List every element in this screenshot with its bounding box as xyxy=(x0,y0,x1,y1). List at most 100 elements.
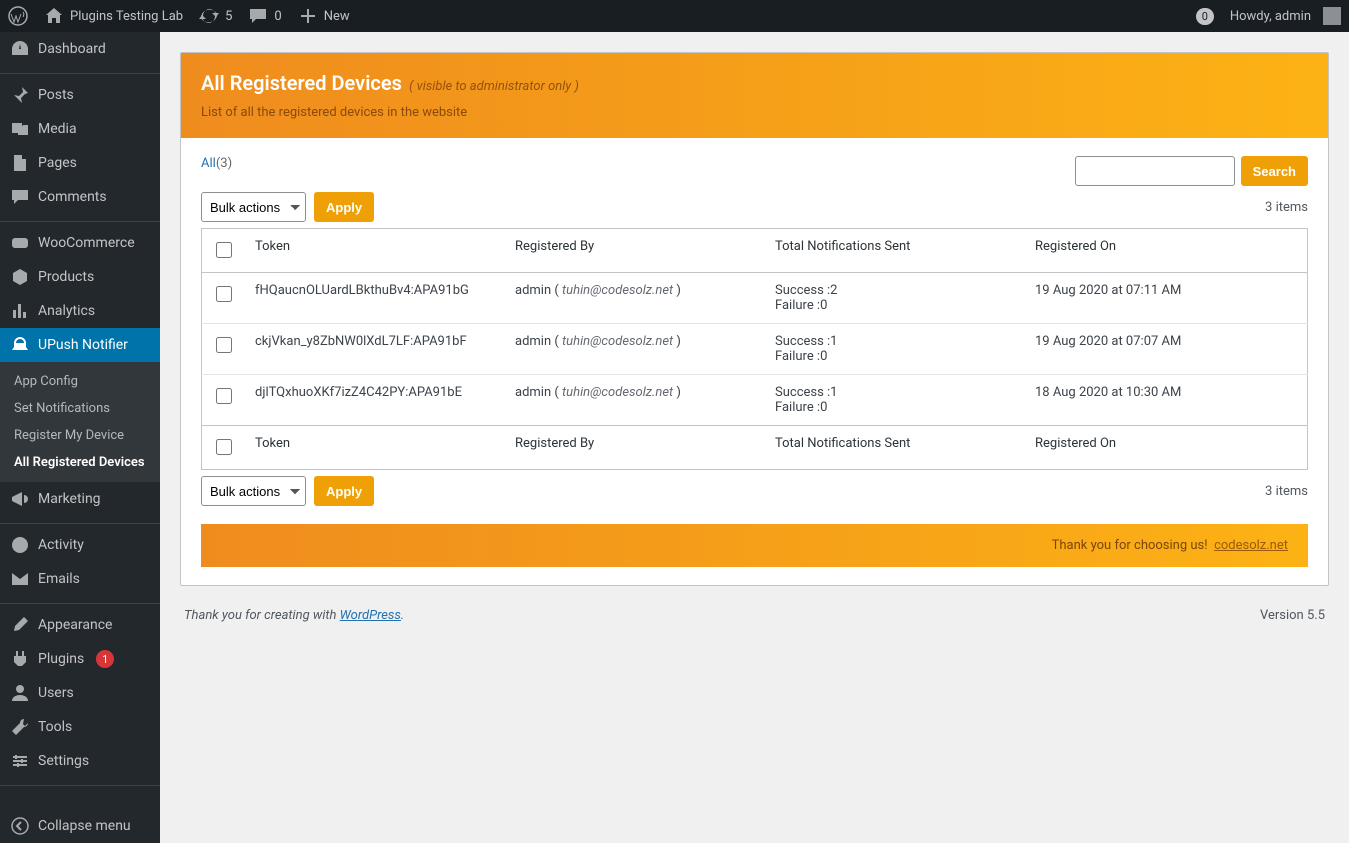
menu-label: Settings xyxy=(38,753,89,769)
avatar-icon xyxy=(1323,7,1341,25)
menu-products[interactable]: Products xyxy=(0,260,160,294)
page-title-note: ( visible to administrator only ) xyxy=(409,79,579,94)
menu-label: Plugins xyxy=(38,651,84,667)
menu-posts[interactable]: Posts xyxy=(0,78,160,112)
bulk-actions-select-top[interactable]: Bulk actions xyxy=(201,192,306,222)
cell-total-sent: Success :1Failure :0 xyxy=(765,375,1025,426)
menu-label: Users xyxy=(38,685,74,701)
col-total-sent[interactable]: Total Notifications Sent xyxy=(765,426,1025,470)
footer-thankyou: Thank you for creating with xyxy=(184,608,340,623)
row-checkbox[interactable] xyxy=(216,388,232,404)
col-token[interactable]: Token xyxy=(245,229,505,273)
page-description: List of all the registered devices in th… xyxy=(201,105,1308,120)
tools-icon xyxy=(10,717,30,737)
search-button[interactable]: Search xyxy=(1241,156,1308,186)
thanks-text: Thank you for choosing us! xyxy=(1052,538,1208,553)
admin-sidebar: Dashboard Posts Media Pages Comments Woo… xyxy=(0,32,160,843)
main-panel: All Registered Devices ( visible to admi… xyxy=(180,52,1329,586)
wp-logo[interactable] xyxy=(0,0,36,32)
page-header: All Registered Devices ( visible to admi… xyxy=(181,53,1328,138)
menu-users[interactable]: Users xyxy=(0,676,160,710)
cell-registered-on: 18 Aug 2020 at 10:30 AM xyxy=(1025,375,1308,426)
submenu-register-device[interactable]: Register My Device xyxy=(0,422,160,449)
filter-all-link[interactable]: All xyxy=(201,156,216,171)
menu-upush[interactable]: UPush Notifier xyxy=(0,328,160,362)
list-filter: All(3) xyxy=(201,156,232,171)
menu-label: Appearance xyxy=(38,617,112,633)
menu-woocommerce[interactable]: WooCommerce xyxy=(0,226,160,260)
notifications-link[interactable]: 0 xyxy=(1188,0,1222,32)
wp-footer: Thank you for creating with WordPress. V… xyxy=(180,586,1329,637)
comments-link[interactable]: 0 xyxy=(240,0,289,32)
thanks-banner: Thank you for choosing us! codesolz.net xyxy=(201,524,1308,567)
menu-dashboard[interactable]: Dashboard xyxy=(0,32,160,66)
select-all-top[interactable] xyxy=(216,242,232,258)
menu-appearance[interactable]: Appearance xyxy=(0,608,160,642)
upush-icon xyxy=(10,335,30,355)
menu-media[interactable]: Media xyxy=(0,112,160,146)
submenu-set-notifications[interactable]: Set Notifications xyxy=(0,395,160,422)
menu-tools[interactable]: Tools xyxy=(0,710,160,744)
collapse-icon xyxy=(10,816,30,836)
submenu-app-config[interactable]: App Config xyxy=(0,368,160,395)
submenu-all-devices[interactable]: All Registered Devices xyxy=(0,449,160,476)
activity-icon xyxy=(10,535,30,555)
cell-token: djlTQxhuoXKf7izZ4C42PY:APA91bE xyxy=(245,375,505,426)
media-icon xyxy=(10,119,30,139)
admin-bar: Plugins Testing Lab 5 0 New 0 Howdy, adm… xyxy=(0,0,1349,32)
menu-activity[interactable]: Activity xyxy=(0,528,160,562)
filter-all-count: (3) xyxy=(216,156,232,171)
analytics-icon xyxy=(10,301,30,321)
menu-label: Posts xyxy=(38,87,74,103)
select-all-bottom[interactable] xyxy=(216,439,232,455)
apply-button-bottom[interactable]: Apply xyxy=(314,476,374,506)
row-checkbox[interactable] xyxy=(216,337,232,353)
table-row: djlTQxhuoXKf7izZ4C42PY:APA91bEadmin ( tu… xyxy=(202,375,1308,426)
menu-plugins[interactable]: Plugins 1 xyxy=(0,642,160,676)
menu-pages[interactable]: Pages xyxy=(0,146,160,180)
new-content-link[interactable]: New xyxy=(290,0,358,32)
menu-comments[interactable]: Comments xyxy=(0,180,160,214)
megaphone-icon xyxy=(10,489,30,509)
collapse-menu[interactable]: Collapse menu xyxy=(0,809,160,843)
col-registered-on[interactable]: Registered On xyxy=(1025,229,1308,273)
col-total-sent[interactable]: Total Notifications Sent xyxy=(765,229,1025,273)
bulk-actions-select-bottom[interactable]: Bulk actions xyxy=(201,476,306,506)
menu-emails[interactable]: Emails xyxy=(0,562,160,596)
menu-label: Tools xyxy=(38,719,72,735)
thanks-link[interactable]: codesolz.net xyxy=(1214,538,1288,553)
col-token[interactable]: Token xyxy=(245,426,505,470)
menu-marketing[interactable]: Marketing xyxy=(0,482,160,516)
cell-total-sent: Success :1Failure :0 xyxy=(765,324,1025,375)
search-input[interactable] xyxy=(1075,156,1235,186)
menu-label: Dashboard xyxy=(38,41,106,57)
menu-settings[interactable]: Settings xyxy=(0,744,160,778)
menu-separator xyxy=(0,599,160,604)
apply-button-top[interactable]: Apply xyxy=(314,192,374,222)
footer-wp-link[interactable]: WordPress xyxy=(340,608,401,623)
woocommerce-icon xyxy=(10,233,30,253)
cell-registered-by: admin ( tuhin@codesolz.net ) xyxy=(505,324,765,375)
row-checkbox[interactable] xyxy=(216,286,232,302)
brush-icon xyxy=(10,615,30,635)
menu-label: Products xyxy=(38,269,94,285)
col-registered-by[interactable]: Registered By xyxy=(505,229,765,273)
account-link[interactable]: Howdy, admin xyxy=(1222,0,1349,32)
site-name-link[interactable]: Plugins Testing Lab xyxy=(36,0,191,32)
cell-registered-on: 19 Aug 2020 at 07:11 AM xyxy=(1025,273,1308,324)
plugins-count-badge: 1 xyxy=(96,650,114,668)
menu-separator xyxy=(0,217,160,222)
col-registered-by[interactable]: Registered By xyxy=(505,426,765,470)
cell-registered-by: admin ( tuhin@codesolz.net ) xyxy=(505,273,765,324)
cell-token: fHQaucnOLUardLBkthuBv4:APA91bG xyxy=(245,273,505,324)
menu-separator xyxy=(0,781,160,786)
menu-separator xyxy=(0,69,160,74)
updates-link[interactable]: 5 xyxy=(191,0,240,32)
footer-period: . xyxy=(401,608,404,623)
col-registered-on[interactable]: Registered On xyxy=(1025,426,1308,470)
menu-label: Media xyxy=(38,121,77,137)
items-count-bottom: 3 items xyxy=(1265,484,1308,499)
comments-count: 0 xyxy=(274,9,281,24)
menu-analytics[interactable]: Analytics xyxy=(0,294,160,328)
settings-icon xyxy=(10,751,30,771)
